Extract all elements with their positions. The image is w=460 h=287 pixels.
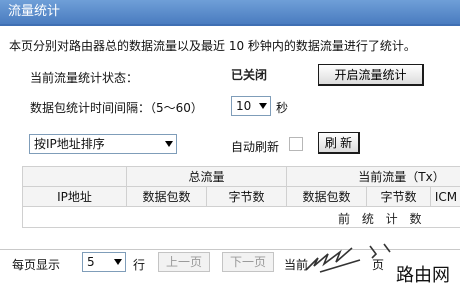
watermark-logo: 路由网	[396, 265, 450, 286]
auto-refresh-label: 自动刷新	[231, 140, 280, 154]
rows-unit: 行	[133, 258, 146, 272]
table-header-blank	[23, 167, 127, 187]
refresh-button[interactable]: 刷 新	[318, 132, 360, 154]
table-empty-message: 前 统 计 数	[338, 212, 426, 226]
interval-select[interactable]: 10	[231, 96, 271, 116]
watermark-scribble	[305, 243, 391, 273]
toggle-stats-button[interactable]: 开启流量统计	[318, 64, 424, 86]
next-page-button[interactable]: 下一页	[222, 252, 274, 272]
sort-select[interactable]: 按IP地址排序	[29, 134, 177, 154]
col-current-packets: 数据包数	[287, 187, 367, 207]
chevron-down-icon	[165, 141, 173, 147]
table-group-current: 当前流量（Tx）	[287, 167, 460, 187]
page-title: 流量统计	[0, 0, 460, 26]
table-group-total: 总流量	[127, 167, 287, 187]
interval-unit: 秒	[276, 101, 289, 115]
col-total-packets: 数据包数	[127, 187, 207, 207]
chevron-down-icon	[114, 259, 122, 265]
interval-label: 数据包统计时间间隔：（5～60）	[30, 101, 203, 115]
status-label: 当前流量统计状态：	[30, 71, 139, 85]
col-icmp: ICM	[431, 187, 460, 207]
col-ip: IP地址	[23, 187, 127, 207]
sort-selected: 按IP地址排序	[34, 137, 105, 151]
col-total-bytes: 字节数	[207, 187, 287, 207]
group-current-label: 当前流量（Tx）	[358, 170, 445, 184]
chevron-down-icon	[259, 103, 267, 109]
prev-page-button[interactable]: 上一页	[158, 252, 210, 272]
group-total-label: 总流量	[188, 170, 225, 184]
per-page-select[interactable]: 5	[82, 252, 126, 272]
per-page-value: 5	[87, 255, 95, 269]
status-value: 已关闭	[231, 68, 268, 82]
intro-text: 本页分别对路由器总的数据流量以及最近 10 秒钟内的数据流量进行了统计。	[9, 39, 416, 53]
auto-refresh-checkbox[interactable]	[289, 137, 303, 151]
interval-value: 10	[236, 99, 252, 113]
per-page-label: 每页显示	[12, 258, 61, 272]
col-current-bytes: 字节数	[367, 187, 431, 207]
